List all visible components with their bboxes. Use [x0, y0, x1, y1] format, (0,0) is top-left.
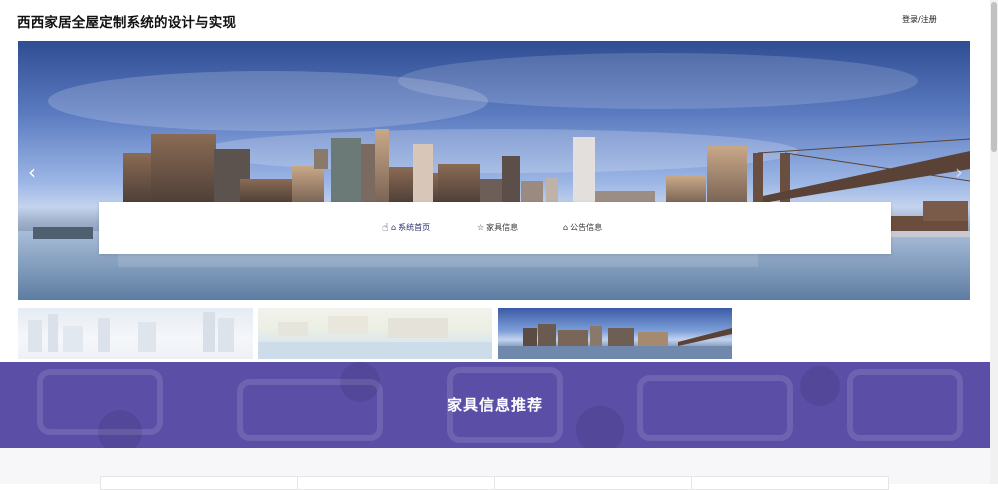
carousel-thumb-2[interactable]	[258, 308, 492, 359]
main-nav: ☝ ⌂ 系统首页 ☆ 家具信息 ⌂ 公告信息	[99, 202, 891, 254]
page-scrollbar[interactable]	[990, 0, 998, 484]
lock-icon: ⌂	[563, 223, 569, 232]
thumb-image-1	[28, 312, 234, 352]
star-icon: ☆	[477, 223, 485, 232]
site-title: 西西家居全屋定制系统的设计与实现	[17, 15, 237, 31]
hand-cursor-icon: ☝	[382, 221, 389, 234]
chevron-left-icon: ‹	[28, 160, 36, 184]
chevron-right-icon: ›	[955, 160, 963, 184]
section-title: 家具信息推荐	[446, 396, 543, 414]
nav-announcements-label: 公告信息	[570, 223, 603, 232]
nav-home[interactable]: ⌂ 系统首页	[391, 222, 430, 233]
product-card[interactable]	[297, 476, 495, 490]
carousel-next-button[interactable]: ›	[949, 159, 969, 185]
carousel-thumb-1[interactable]	[18, 308, 253, 359]
home-icon: ⌂	[391, 223, 397, 232]
product-card[interactable]	[494, 476, 692, 490]
thumb-image-2	[258, 316, 492, 359]
header: 西西家居全屋定制系统的设计与实现 登录/注册	[0, 0, 998, 40]
recommend-section-banner: 家具信息推荐	[0, 362, 990, 448]
scrollbar-thumb[interactable]	[991, 2, 997, 152]
product-card[interactable]	[100, 476, 298, 490]
nav-home-label: 系统首页	[398, 223, 431, 232]
carousel-prev-button[interactable]: ‹	[22, 159, 42, 185]
login-register-link[interactable]: 登录/注册	[902, 14, 937, 25]
nav-announcements[interactable]: ⌂ 公告信息	[563, 222, 602, 233]
product-card[interactable]	[691, 476, 889, 490]
thumb-image-3	[498, 324, 732, 359]
carousel-thumb-3-active[interactable]	[498, 308, 732, 359]
nav-furniture-info[interactable]: ☆ 家具信息	[477, 222, 518, 233]
hero-carousel: ‹ › ☝ ⌂ 系统首页 ☆ 家具信息 ⌂ 公告信息	[18, 41, 970, 300]
city-skyline-image	[18, 53, 970, 300]
nav-furniture-label: 家具信息	[486, 223, 519, 232]
